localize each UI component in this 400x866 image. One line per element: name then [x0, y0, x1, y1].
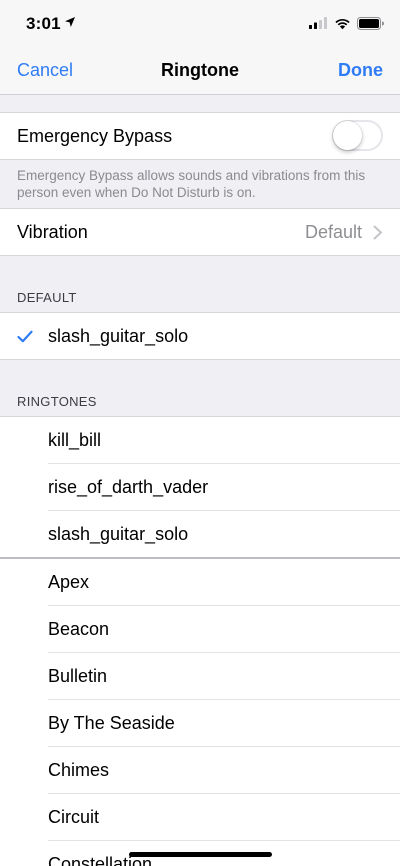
ringtone-screen: 3:01 Cancel Ringtone Done Emergency Bypa…: [0, 0, 400, 866]
toggle-knob: [333, 121, 362, 150]
ringtones-section-header: RINGTONES: [17, 394, 97, 409]
ringtone-item[interactable]: kill_bill: [0, 417, 400, 463]
emergency-bypass-toggle[interactable]: [332, 120, 383, 151]
ringtone-item[interactable]: rise_of_darth_vader: [0, 464, 400, 510]
ringtone-label: Chimes: [48, 760, 110, 780]
chevron-right-icon: [373, 225, 382, 240]
divider: [0, 359, 400, 360]
ringtone-item[interactable]: Apex: [0, 559, 400, 605]
default-tone-row[interactable]: slash_guitar_solo: [0, 313, 400, 359]
status-bar: 3:01: [0, 0, 400, 48]
default-section-header: DEFAULT: [17, 290, 77, 305]
ringtone-label: By The Seaside: [48, 713, 175, 733]
vibration-value: Default: [304, 222, 362, 242]
ringtone-item[interactable]: By The Seaside: [0, 700, 400, 746]
status-time: 3:01: [26, 14, 61, 33]
ringtone-item[interactable]: Beacon: [0, 606, 400, 652]
ringtone-item[interactable]: slash_guitar_solo: [0, 511, 400, 557]
location-arrow-icon: [65, 17, 75, 27]
default-tone-label: slash_guitar_solo: [48, 326, 189, 346]
status-icons: [309, 15, 384, 31]
ringtone-label: slash_guitar_solo: [48, 524, 189, 544]
ringtone-item[interactable]: Bulletin: [0, 653, 400, 699]
checkmark-icon: [17, 330, 33, 343]
ringtone-label: Bulletin: [48, 666, 108, 686]
battery-icon: [357, 16, 384, 30]
ringtone-label: Beacon: [48, 619, 110, 639]
vibration-label: Vibration: [17, 222, 88, 242]
emergency-bypass-row: Emergency Bypass: [0, 113, 400, 159]
ringtone-item[interactable]: Chimes: [0, 747, 400, 793]
ringtone-label: Circuit: [48, 807, 100, 827]
signal-icon: [309, 17, 327, 29]
emergency-bypass-footnote: Emergency Bypass allows sounds and vibra…: [17, 168, 366, 200]
divider: [0, 255, 400, 256]
home-indicator[interactable]: [129, 852, 272, 857]
ringtone-label: Apex: [48, 572, 90, 592]
divider: [0, 159, 400, 160]
done-button[interactable]: Done: [338, 60, 383, 81]
navigation-bar: Cancel Ringtone Done: [0, 48, 400, 95]
emergency-bypass-label: Emergency Bypass: [17, 126, 173, 146]
ringtone-item[interactable]: Circuit: [0, 794, 400, 840]
ringtone-label: rise_of_darth_vader: [48, 477, 209, 497]
ringtone-label: kill_bill: [48, 430, 102, 450]
vibration-row[interactable]: Vibration Default: [0, 209, 400, 255]
wifi-icon: [335, 18, 350, 29]
